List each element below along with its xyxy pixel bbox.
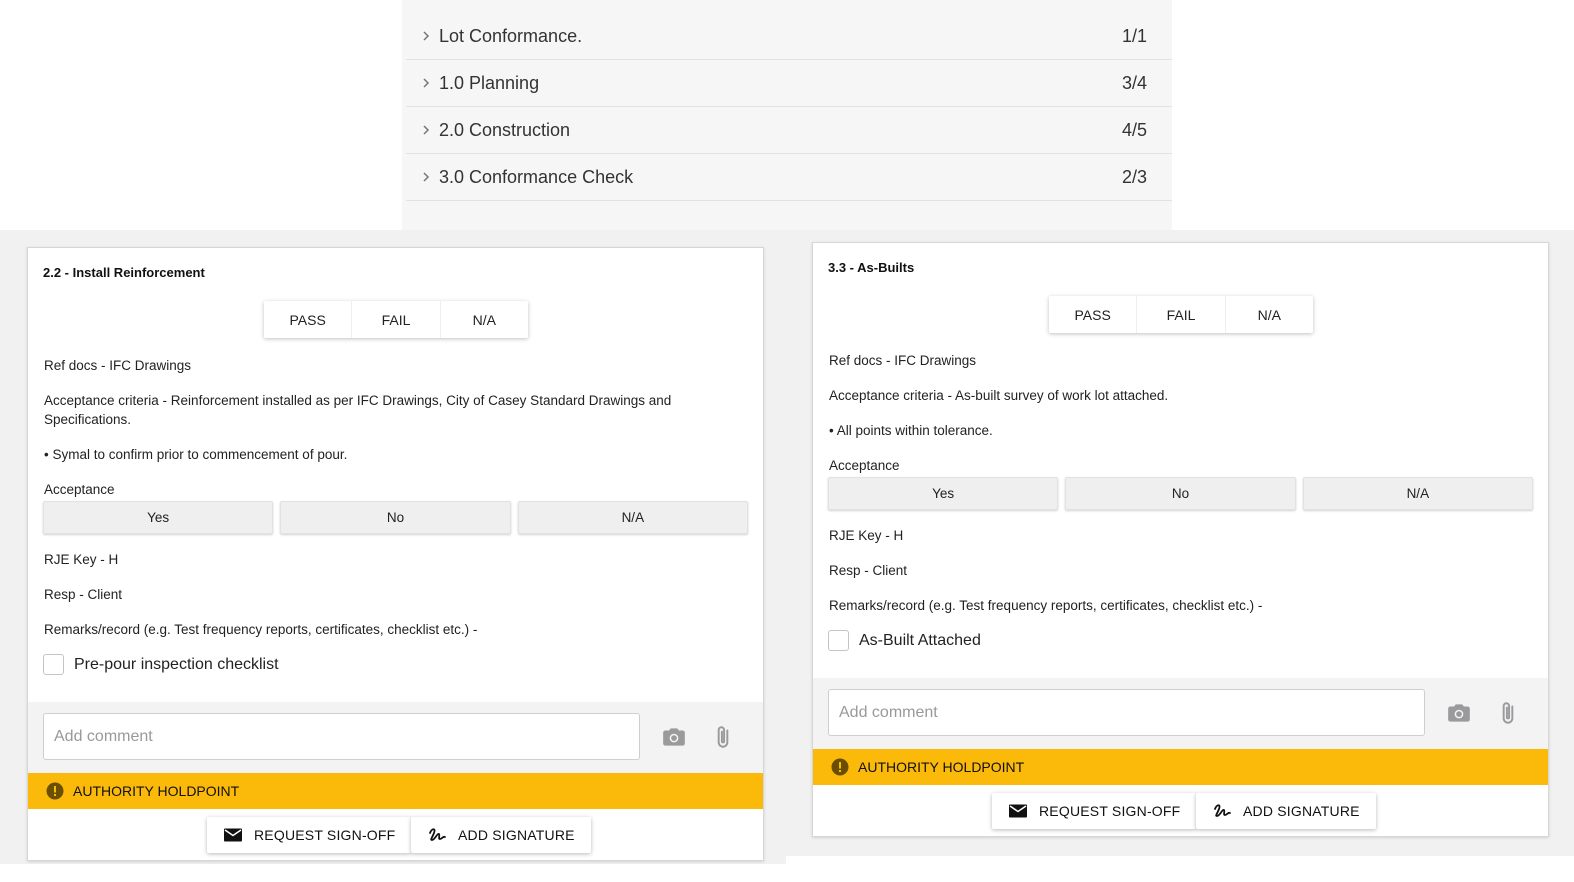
section-count: 4/5 [1121,119,1147,140]
bullet-text: • Symal to confirm prior to commencement… [44,447,348,462]
holdpoint-label: AUTHORITY HOLDPOINT [73,783,240,799]
authority-holdpoint-banner: AUTHORITY HOLDPOINT [28,773,763,809]
pass-button[interactable]: PASS [264,301,353,338]
checkbox-label: Pre-pour inspection checklist [74,655,279,673]
mail-icon [223,825,243,845]
acceptance-label: Acceptance [44,482,115,497]
acceptance-yes-button[interactable]: Yes [43,501,274,534]
section-row-planning[interactable]: 1.0 Planning 3/4 [406,60,1172,107]
background-panel [0,0,402,230]
section-count: 3/4 [1121,72,1147,93]
fail-button[interactable]: FAIL [352,301,441,338]
remarks-text: Remarks/record (e.g. Test frequency repo… [829,598,1263,613]
acceptance-yes-button[interactable]: Yes [828,477,1059,510]
section-row-conformance-check[interactable]: 3.0 Conformance Check 2/3 [406,154,1172,201]
remarks-text: Remarks/record (e.g. Test frequency repo… [44,622,478,637]
section-title: Lot Conformance. [439,25,583,46]
acceptance-button-group: Yes No N/A [828,477,1533,510]
acceptance-button-group: Yes No N/A [43,501,748,534]
resp-text: Resp - Client [44,587,123,602]
request-signoff-button[interactable]: REQUEST SIGN-OFF [992,793,1197,829]
acceptance-criteria-text-cont: Specifications. [44,412,132,427]
chevron-right-icon [420,171,432,183]
section-count: 2/3 [1121,166,1147,187]
paperclip-icon[interactable] [710,724,736,750]
exclamation-circle-icon [46,782,64,800]
mail-icon [1008,801,1028,821]
camera-icon[interactable] [661,724,687,750]
acceptance-na-button[interactable]: N/A [517,501,748,534]
chevron-right-icon [420,77,432,89]
chevron-right-icon [420,124,432,136]
rje-key-text: RJE Key - H [44,552,119,567]
request-signoff-label: REQUEST SIGN-OFF [254,827,396,843]
checklist-item-card: 3.3 - As-Builts PASS FAIL N/A Ref docs -… [812,242,1549,837]
checkbox-row: As-Built Attached [828,630,981,651]
section-title: 2.0 Construction [439,119,571,140]
section-row-lot-conformance[interactable]: Lot Conformance. 1/1 [406,13,1172,60]
rje-key-text: RJE Key - H [829,528,904,543]
background-panel [786,856,1574,882]
acceptance-na-button[interactable]: N/A [1302,477,1533,510]
section-count: 1/1 [1121,25,1147,46]
add-signature-label: ADD SIGNATURE [1243,803,1360,819]
as-built-attached-checkbox[interactable] [828,630,849,651]
comment-input[interactable] [43,713,640,760]
section-list: Lot Conformance. 1/1 1.0 Planning 3/4 2.… [402,0,1172,230]
pre-pour-checklist-checkbox[interactable] [43,654,64,675]
camera-icon[interactable] [1446,700,1472,726]
fail-button[interactable]: FAIL [1137,296,1226,333]
checkbox-row: Pre-pour inspection checklist [43,654,279,675]
result-button-group: PASS FAIL N/A [264,301,528,338]
acceptance-criteria-text: Acceptance criteria - Reinforcement inst… [44,393,672,408]
checklist-item-card: 2.2 - Install Reinforcement PASS FAIL N/… [27,247,764,861]
acceptance-criteria-text: Acceptance criteria - As-built survey of… [829,388,1169,403]
holdpoint-label: AUTHORITY HOLDPOINT [858,759,1025,775]
resp-text: Resp - Client [829,563,908,578]
na-button[interactable]: N/A [441,301,528,338]
pass-button[interactable]: PASS [1049,296,1138,333]
authority-holdpoint-banner: AUTHORITY HOLDPOINT [813,749,1548,785]
add-signature-label: ADD SIGNATURE [458,827,575,843]
signature-icon [427,825,447,845]
comment-area [28,702,763,773]
comment-area [813,678,1548,749]
chevron-right-icon [420,30,432,42]
background-panel [0,864,786,882]
acceptance-label: Acceptance [829,458,900,473]
request-signoff-label: REQUEST SIGN-OFF [1039,803,1181,819]
request-signoff-button[interactable]: REQUEST SIGN-OFF [207,817,412,853]
na-button[interactable]: N/A [1226,296,1313,333]
signature-icon [1212,801,1232,821]
add-signature-button[interactable]: ADD SIGNATURE [411,817,591,853]
ref-docs-text: Ref docs - IFC Drawings [829,353,977,368]
checkbox-label: As-Built Attached [859,631,981,649]
paperclip-icon[interactable] [1495,700,1521,726]
result-button-group: PASS FAIL N/A [1049,296,1313,333]
acceptance-no-button[interactable]: No [1065,477,1296,510]
background-panel [1172,0,1574,230]
acceptance-no-button[interactable]: No [280,501,511,534]
section-row-construction[interactable]: 2.0 Construction 4/5 [406,107,1172,154]
section-title: 3.0 Conformance Check [439,166,634,187]
item-title: 3.3 - As-Builts [828,260,915,275]
item-title: 2.2 - Install Reinforcement [43,265,205,280]
exclamation-circle-icon [831,758,849,776]
section-title: 1.0 Planning [439,72,540,93]
bullet-text: • All points within tolerance. [829,423,993,438]
ref-docs-text: Ref docs - IFC Drawings [44,358,192,373]
comment-input[interactable] [828,689,1425,736]
add-signature-button[interactable]: ADD SIGNATURE [1196,793,1376,829]
